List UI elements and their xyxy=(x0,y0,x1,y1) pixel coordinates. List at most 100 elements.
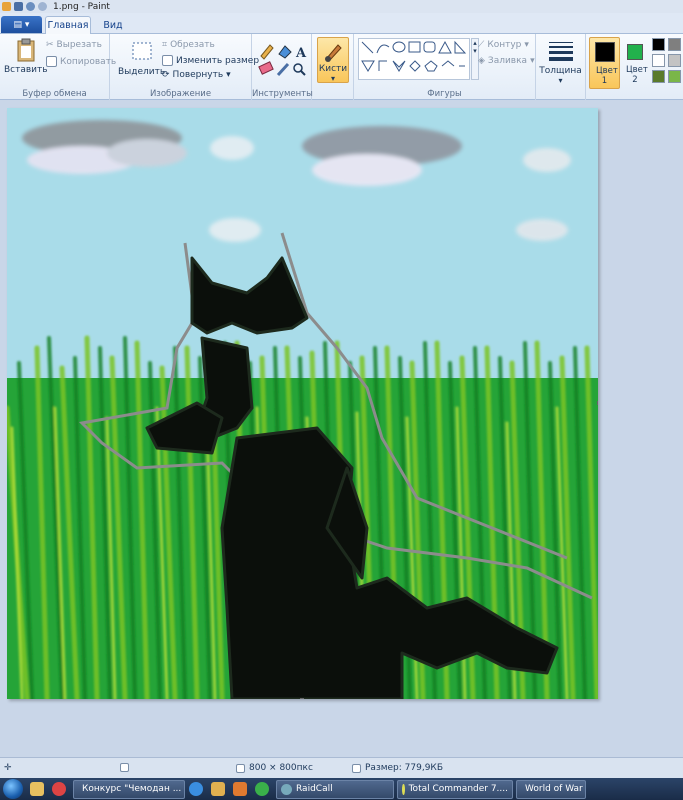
brushes-label: Кисти xyxy=(318,64,348,74)
chevron-down-icon: ▾ xyxy=(524,40,529,50)
group-label-tools: Инструменты xyxy=(252,89,313,99)
eraser-icon[interactable] xyxy=(258,61,274,75)
ribbon-tabs: ▤ ▾ Главная Вид xyxy=(0,13,683,34)
task-tc-label: Total Commander 7.... xyxy=(408,784,508,794)
fill-bucket-icon[interactable] xyxy=(278,45,292,59)
cursor-position: ✛ xyxy=(4,763,12,773)
pencil-icon[interactable] xyxy=(260,44,274,60)
skype-icon[interactable] xyxy=(255,782,269,796)
select-label: Выделить xyxy=(118,67,166,77)
paint-app-icon xyxy=(2,2,11,11)
taskbar: Конкурс "Чемодан ... RaidCall Total Comm… xyxy=(0,778,683,800)
crop-button[interactable]: ⌗ Обрезать xyxy=(162,40,215,50)
svg-text:A: A xyxy=(295,46,307,61)
outline-button[interactable]: ⟋ Контур ▾ xyxy=(478,40,529,50)
chrome-icon[interactable] xyxy=(52,782,66,796)
tab-view[interactable]: Вид xyxy=(96,16,130,34)
crosshair-icon: ✛ xyxy=(4,763,12,773)
palette-swatch[interactable] xyxy=(668,70,681,83)
brushes-button[interactable]: Кисти ▾ xyxy=(317,37,349,83)
task-opera[interactable]: Конкурс "Чемодан ... xyxy=(73,779,185,799)
windows-orb-icon xyxy=(3,779,23,799)
file-size: Размер: 779,9КБ xyxy=(352,763,443,773)
media-icon[interactable] xyxy=(233,782,247,796)
paste-label: Вставить xyxy=(4,65,48,75)
filesize-text: Размер: 779,9КБ xyxy=(365,763,443,773)
file-menu-button[interactable]: ▤ ▾ xyxy=(1,16,42,33)
task-raidcall-label: RaidCall xyxy=(296,784,333,794)
line-width-icon xyxy=(549,42,573,61)
ie-icon[interactable] xyxy=(189,782,203,796)
group-colors: Цвет 1 Цвет 2 xyxy=(586,34,683,100)
cut-label: Вырезать xyxy=(56,40,102,50)
resize-handle-right[interactable] xyxy=(597,401,598,405)
copy-icon xyxy=(46,56,57,67)
palette-swatch[interactable] xyxy=(668,38,681,51)
explorer-icon[interactable] xyxy=(30,782,44,796)
palette-swatch[interactable] xyxy=(652,70,665,83)
palette-swatch[interactable] xyxy=(668,54,681,67)
raidcall-icon xyxy=(281,783,292,795)
color1-button[interactable]: Цвет 1 xyxy=(589,37,620,89)
undo-icon[interactable] xyxy=(26,2,35,11)
palette-swatch[interactable] xyxy=(652,54,665,67)
magnifier-icon[interactable] xyxy=(293,63,306,76)
selection-size xyxy=(120,763,129,772)
scissors-icon: ✂ xyxy=(46,40,54,50)
rotate-button[interactable]: ⟳ Повернуть ▾ xyxy=(162,70,231,80)
palette-swatch[interactable] xyxy=(652,38,665,51)
outline-icon: ⟋ xyxy=(478,40,485,50)
drawing-canvas[interactable] xyxy=(7,108,598,699)
group-label-shapes: Фигуры xyxy=(427,89,462,99)
crop-label: Обрезать xyxy=(170,40,215,50)
shapes-gallery[interactable] xyxy=(358,38,470,80)
task-opera-label: Конкурс "Чемодан ... xyxy=(82,784,182,794)
redo-icon[interactable] xyxy=(38,2,47,11)
color2-swatch xyxy=(627,44,643,60)
color2-button[interactable]: Цвет 2 xyxy=(622,37,648,89)
crop-icon: ⌗ xyxy=(162,40,168,50)
group-label-clipboard: Буфер обмена xyxy=(22,89,87,99)
group-size[interactable]: Толщина ▾ xyxy=(536,34,586,100)
task-total-commander[interactable]: Total Commander 7.... xyxy=(397,779,513,799)
color-picker-icon[interactable] xyxy=(276,62,290,77)
group-tools: A Инструменты xyxy=(252,34,313,100)
chevron-down-icon: ▾ xyxy=(530,56,535,66)
canvas-area[interactable] xyxy=(0,101,683,757)
ribbon: Вставить ✂ Вырезать Копировать Буфер обме… xyxy=(0,34,683,100)
painting-image xyxy=(7,108,598,699)
selection-icon xyxy=(132,42,152,60)
folder-icon[interactable] xyxy=(211,782,225,796)
cut-button[interactable]: ✂ Вырезать xyxy=(46,40,102,50)
brush-icon xyxy=(325,44,342,62)
color1-swatch xyxy=(595,42,615,62)
selection-icon xyxy=(120,763,129,772)
clipboard-icon xyxy=(17,38,35,62)
chevron-down-icon: ▾ xyxy=(558,76,563,85)
image-size-icon xyxy=(236,763,245,773)
task-raidcall[interactable]: RaidCall xyxy=(276,779,394,799)
start-button[interactable] xyxy=(0,778,26,800)
copy-button[interactable]: Копировать xyxy=(46,56,116,67)
select-button[interactable]: Выделить xyxy=(118,40,165,77)
tab-home[interactable]: Главная xyxy=(45,16,91,34)
tools-grid: A xyxy=(258,44,307,77)
color2-label: Цвет 2 xyxy=(626,65,648,85)
paste-button[interactable]: Вставить xyxy=(4,38,48,75)
chevron-down-icon: ▾ xyxy=(330,74,335,83)
fill-label: Заливка xyxy=(487,56,528,66)
disk-icon xyxy=(352,763,361,773)
group-image: Выделить ⌗ Обрезать Изменить размер ⟳ Пове… xyxy=(110,34,259,100)
save-icon[interactable] xyxy=(14,2,23,11)
resize-button[interactable]: Изменить размер xyxy=(162,55,259,66)
dimensions-text: 800 × 800пкс xyxy=(249,763,313,773)
resize-handle-bottom[interactable] xyxy=(300,698,304,699)
text-icon[interactable]: A xyxy=(295,46,307,61)
resize-icon xyxy=(162,55,173,66)
group-label-image: Изображение xyxy=(149,89,212,99)
fill-button[interactable]: ◈ Заливка ▾ xyxy=(478,56,535,66)
group-brushes: Кисти ▾ xyxy=(312,34,354,100)
task-wow[interactable]: World of War xyxy=(516,779,586,799)
total-commander-icon xyxy=(402,783,405,795)
size-label: Толщина xyxy=(539,66,582,76)
